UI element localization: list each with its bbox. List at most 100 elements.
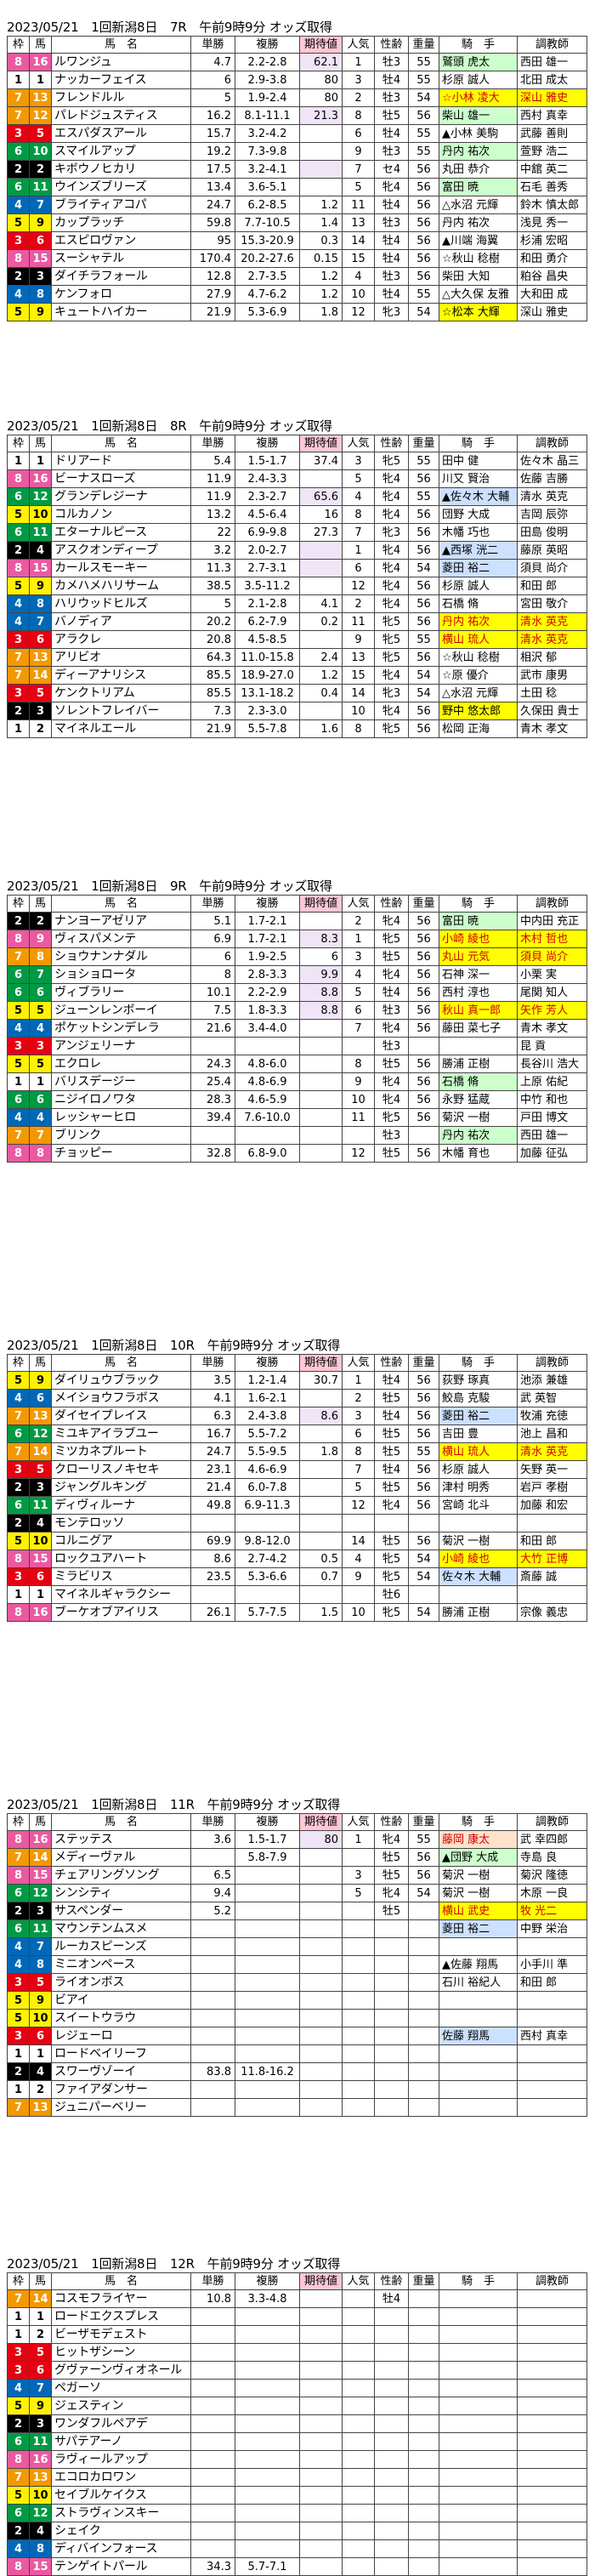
frame-number: 6 (7, 142, 30, 161)
odds-cell: 6 (190, 71, 235, 89)
odds-cell (342, 2539, 375, 2558)
odds-cell: 27.9 (190, 285, 235, 304)
odds-cell: 牡5 (374, 947, 409, 966)
frame-number: 7 (7, 1442, 30, 1461)
horse-number: 3 (29, 1478, 52, 1497)
table-row: 5 9 ダイリュウブラック 3.5 1.2-1.4 30.7 1 牡4 56 荻野 琢真 池添 兼雄 (7, 1371, 587, 1390)
jockey: 藤田 菜七子 (439, 1019, 518, 1038)
odds-cell: 32.8 (190, 1144, 235, 1163)
odds-cell: 牝4 (374, 559, 409, 577)
horse-name: ディーアナリシス (51, 666, 191, 685)
horse-number: 16 (29, 469, 52, 488)
odds-cell: 56 (408, 1019, 439, 1038)
frame-number: 1 (7, 2044, 30, 2063)
table-row: 7 13 ダイセイプレイス 6.3 2.4-3.8 8.6 3 牡4 56 菱田 裕二 牧浦 充徳 (7, 1407, 587, 1425)
jockey (439, 2289, 518, 2308)
horse-name: メイショウフラボス (51, 1389, 191, 1407)
jockey: ▲佐藤 翔馬 (439, 1955, 518, 1974)
odds-cell: 56 (408, 213, 439, 232)
horse-name: ニジイロノワタ (51, 1090, 191, 1109)
jockey: 勝浦 正樹 (439, 1603, 518, 1622)
jockey: 柴田 大知 (439, 267, 518, 286)
horse-name: モンテロッソ (51, 1514, 191, 1533)
horse-number: 4 (29, 2522, 52, 2540)
table-row: 4 6 メイショウフラボス 4.1 1.6-2.1 2 牡5 56 鮫島 克駿武 英智 (7, 1389, 587, 1407)
odds-cell: 56 (408, 505, 439, 524)
jockey: 菊沢 一樹 (439, 1532, 518, 1550)
frame-number: 1 (7, 719, 30, 738)
expected-value: 1.2 (299, 267, 343, 286)
jockey: 秋山 真一郎 (439, 1001, 518, 1020)
odds-cell: 5.7-7.1 (235, 2557, 300, 2576)
odds-cell (374, 2557, 409, 2576)
odds-cell: 55 (408, 285, 439, 304)
odds-cell: 55 (408, 487, 439, 506)
trainer: 中内田 充正 (517, 912, 587, 930)
odds-cell: 6.8-9.0 (235, 1144, 300, 1163)
odds-cell (235, 1585, 300, 1604)
table-row: 2 3 ジャングルキング 21.4 6.0-7.8 5 牡5 56 津村 明秀 岩戸 孝樹 (7, 1478, 587, 1497)
horse-name: ソレントフレイバー (51, 702, 191, 720)
odds-cell: 21.6 (190, 1019, 235, 1038)
frame-number: 1 (7, 2080, 30, 2099)
column-header: 騎 手 (439, 1813, 518, 1831)
odds-cell (342, 1902, 375, 1920)
horse-name: ミラビリス (51, 1567, 191, 1586)
column-header: 期待値 (299, 1813, 343, 1831)
jockey: 石川 裕紀人 (439, 1973, 518, 1992)
trainer: 西田 雄一 (517, 1126, 587, 1145)
odds-cell: 9.8-12.0 (235, 1532, 300, 1550)
odds-cell (342, 2361, 375, 2380)
odds-cell: 2.1-2.8 (235, 594, 300, 613)
odds-cell: 6 (190, 947, 235, 966)
table-row: 2 3 ソレントフレイバー 7.3 2.3-3.0 10 牝4 56 野中 悠太郎 久保田 貴士 (7, 702, 587, 720)
jockey (439, 2379, 518, 2397)
odds-cell: 牝4 (374, 1090, 409, 1109)
frame-number: 7 (7, 88, 30, 107)
horse-number: 12 (29, 1884, 52, 1902)
odds-cell: 11.3 (190, 559, 235, 577)
odds-cell: 11 (342, 612, 375, 631)
jockey (439, 1514, 518, 1533)
table-row: 1 1 ドリアード 5.4 1.5-1.7 37.4 3 牝5 55 田中 健佐々木 晶三 (7, 452, 587, 470)
jockey (439, 2343, 518, 2362)
expected-value: 37.4 (299, 452, 343, 470)
column-header: 期待値 (299, 2272, 343, 2290)
odds-cell: 6 (342, 124, 375, 143)
odds-cell: 2.2-2.8 (235, 53, 300, 71)
odds-cell (342, 2343, 375, 2362)
jockey: 西村 淳也 (439, 983, 518, 1002)
horse-name: ルーカスピーンズ (51, 1937, 191, 1956)
horse-number: 13 (29, 2098, 52, 2117)
odds-cell (342, 2379, 375, 2397)
odds-cell: 4 (342, 965, 375, 984)
horse-name: スーシャテル (51, 249, 191, 268)
odds-cell: 1.7-2.1 (235, 930, 300, 948)
odds-cell: 13 (342, 213, 375, 232)
column-header: 重量 (408, 1813, 439, 1831)
horse-number: 12 (29, 487, 52, 506)
odds-cell (342, 2522, 375, 2540)
frame-number: 8 (7, 249, 30, 268)
expected-value: 1.8 (299, 303, 343, 321)
frame-number: 8 (7, 1866, 30, 1885)
trainer: 昆 貢 (517, 1037, 587, 1055)
horse-name: ショショロータ (51, 965, 191, 984)
jockey: 杉原 誠人 (439, 577, 518, 595)
odds-cell: 8 (342, 505, 375, 524)
trainer (517, 1514, 587, 1533)
expected-value: 80 (299, 1830, 343, 1849)
table-row: 7 13 ジュニパーベリー (7, 2098, 587, 2117)
odds-cell (190, 1937, 235, 1956)
odds-cell (408, 2450, 439, 2469)
jockey: ☆小林 凌大 (439, 88, 518, 107)
trainer (517, 2468, 587, 2487)
horse-name: ナッカーフェイス (51, 71, 191, 89)
table-row: 6 12 グランデレジーナ 11.9 2.3-2.7 65.6 4 牝4 55 ▲佐々木 大輔 清水… (7, 487, 587, 506)
odds-cell: 15.3-20.9 (235, 231, 300, 250)
horse-name: パレドジュスティス (51, 106, 191, 125)
horse-number: 14 (29, 1848, 52, 1867)
horse-name: ダイチラフォール (51, 267, 191, 286)
odds-cell: 55 (408, 53, 439, 71)
horse-name: レジェーロ (51, 2027, 191, 2045)
